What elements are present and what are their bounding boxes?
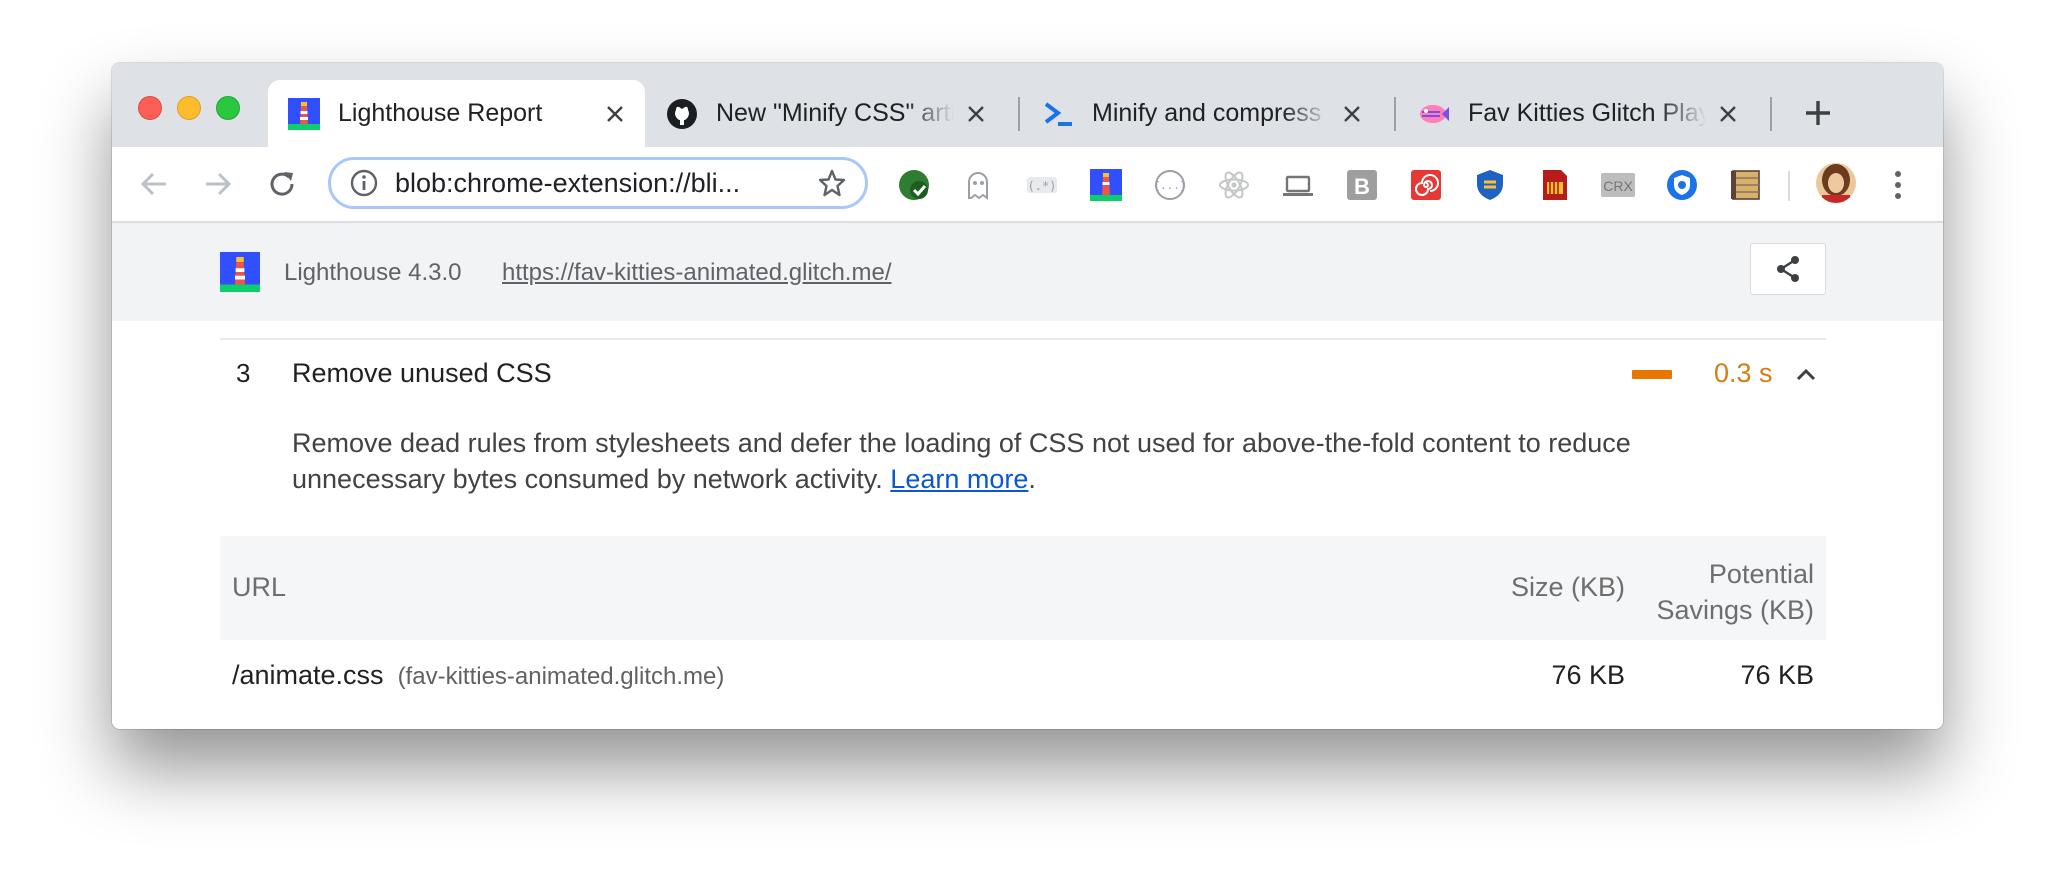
lighthouse-extension-icon[interactable] — [1088, 167, 1124, 203]
minimize-window-button[interactable] — [177, 96, 201, 120]
audit-description-period: . — [1028, 464, 1036, 494]
row-savings: 76 KB — [1740, 660, 1814, 690]
arrow-right-icon — [206, 172, 232, 196]
checkmark-extension-icon[interactable] — [896, 167, 932, 203]
audit-divider — [220, 338, 1826, 340]
learn-more-link[interactable]: Learn more — [890, 464, 1028, 494]
share-button[interactable] — [1750, 243, 1826, 295]
browser-window: Lighthouse Report New "Minify CSS" artic… — [112, 63, 1943, 729]
browser-toolbar: blob:chrome-extension://bli... (.*) {...… — [112, 147, 1943, 223]
tab-fav-kitties[interactable]: Fav Kitties Glitch Playground — [1398, 80, 1758, 147]
details-table: URL Size (KB) Potential Savings (KB) /ani… — [220, 536, 1826, 714]
table-row: /animate.css (fav-kitties-animated.glitch… — [220, 640, 1826, 714]
maximize-window-button[interactable] — [216, 96, 240, 120]
savings-header-line2: Savings (KB) — [1656, 595, 1814, 625]
column-header-savings: Potential Savings (KB) — [1634, 556, 1814, 628]
close-tab-icon[interactable] — [603, 102, 627, 126]
info-icon[interactable] — [349, 168, 379, 198]
json-extension-icon[interactable]: {...} — [1152, 167, 1188, 203]
audit-description: Remove dead rules from stylesheets and d… — [292, 425, 1762, 497]
audit-title[interactable]: Remove unused CSS — [292, 358, 552, 389]
arrow-left-icon — [140, 172, 166, 196]
audit-savings-bar — [1632, 370, 1672, 379]
column-header-size: Size (KB) — [1510, 572, 1625, 602]
github-icon — [666, 98, 698, 130]
lighthouse-logo-icon — [220, 252, 260, 292]
close-window-button[interactable] — [138, 96, 162, 120]
svg-text:{...}: {...} — [1153, 179, 1186, 192]
address-text: blob:chrome-extension://bli... — [395, 167, 741, 198]
close-tab-icon[interactable] — [1340, 102, 1364, 126]
ghost-extension-icon[interactable] — [960, 167, 996, 203]
column-header-url: URL — [232, 572, 287, 602]
react-extension-icon[interactable] — [1216, 167, 1252, 203]
spiral-extension-icon[interactable] — [1408, 167, 1444, 203]
sd-card-extension-icon[interactable] — [1536, 167, 1572, 203]
chevron-up-icon[interactable] — [1792, 361, 1820, 389]
audit-savings-value: 0.3 s — [1714, 358, 1773, 388]
tab-lighthouse-report[interactable]: Lighthouse Report — [268, 80, 645, 147]
tab-strip: Lighthouse Report New "Minify CSS" artic… — [112, 63, 1943, 147]
reload-button[interactable] — [264, 166, 300, 202]
tab-separator — [1018, 97, 1020, 131]
privacy-extension-icon[interactable] — [1664, 167, 1700, 203]
b-extension-icon[interactable]: B — [1344, 167, 1380, 203]
tab-separator — [1770, 97, 1772, 131]
address-bar[interactable]: blob:chrome-extension://bli... — [328, 157, 868, 209]
report-url-link[interactable]: https://fav-kitties-animated.glitch.me/ — [502, 259, 891, 287]
row-url: /animate.css (fav-kitties-animated.glitch… — [232, 660, 724, 691]
tab-title: Minify and compress network payloads — [1092, 99, 1330, 127]
svg-text:(.*): (.*) — [1028, 179, 1057, 193]
row-url-host: (fav-kitties-animated.glitch.me) — [397, 663, 725, 690]
tab-separator — [1394, 97, 1396, 131]
laptop-extension-icon[interactable] — [1280, 167, 1316, 203]
b-extension-label: B — [1354, 174, 1370, 199]
new-tab-button[interactable] — [1798, 93, 1838, 133]
back-button[interactable] — [136, 166, 172, 202]
crx-extension-icon[interactable]: CRX — [1600, 167, 1636, 203]
plus-icon — [1806, 101, 1830, 125]
tab-minify-compress[interactable]: Minify and compress network payloads — [1022, 80, 1382, 147]
savings-header-line1: Potential — [1708, 559, 1814, 589]
forward-button[interactable] — [200, 166, 236, 202]
toolbar-separator — [1788, 171, 1790, 201]
tab-github-article[interactable]: New "Minify CSS" article — [646, 80, 1006, 147]
menu-more-icon[interactable] — [1888, 167, 1908, 203]
lighthouse-icon — [288, 97, 320, 130]
row-size: 76 KB — [1551, 660, 1625, 690]
lighthouse-topbar: Lighthouse 4.3.0 https://fav-kitties-ani… — [112, 223, 1943, 321]
shield-extension-icon[interactable] — [1472, 167, 1508, 203]
share-icon — [1777, 256, 1799, 282]
lighthouse-version: Lighthouse 4.3.0 — [284, 259, 462, 286]
row-url-path: /animate.css — [232, 660, 384, 690]
regex-extension-icon[interactable]: (.*) — [1024, 167, 1060, 203]
reload-icon — [270, 172, 294, 196]
page-content: Lighthouse 4.3.0 https://fav-kitties-ani… — [112, 223, 1943, 729]
notebook-extension-icon[interactable] — [1728, 167, 1764, 203]
profile-avatar[interactable] — [1816, 163, 1856, 203]
tab-title: Lighthouse Report — [338, 99, 543, 127]
prompt-icon — [1042, 98, 1074, 130]
glitch-fish-icon — [1418, 98, 1450, 130]
audit-index: 3 — [236, 358, 251, 388]
table-header: URL Size (KB) Potential Savings (KB) — [220, 536, 1826, 640]
tab-title: Fav Kitties Glitch Playground — [1468, 99, 1706, 127]
crx-extension-label: CRX — [1603, 178, 1633, 194]
bookmark-star-icon[interactable] — [815, 166, 849, 200]
close-tab-icon[interactable] — [964, 102, 988, 126]
close-tab-icon[interactable] — [1716, 102, 1740, 126]
tab-title: New "Minify CSS" article — [716, 99, 954, 127]
